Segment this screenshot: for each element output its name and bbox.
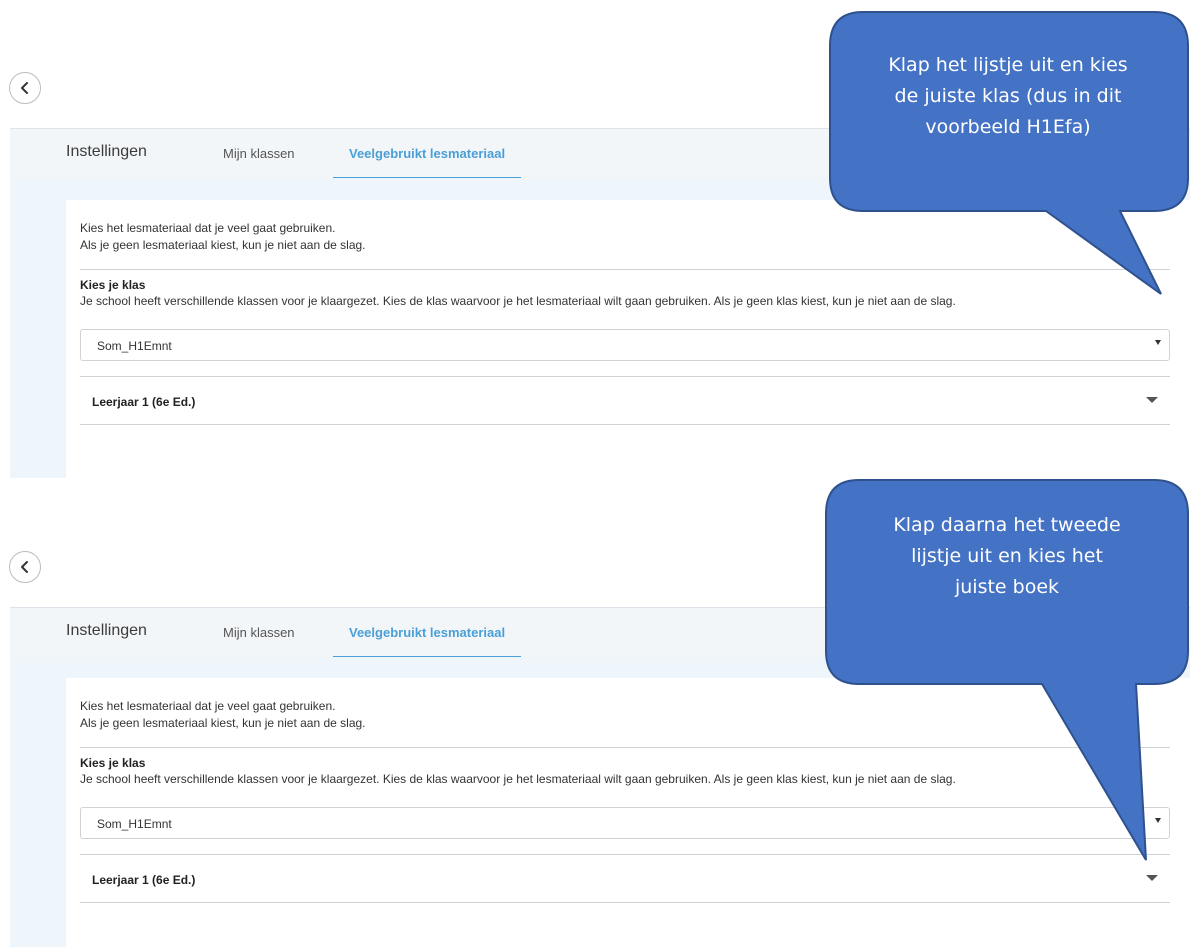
callout-line-1: Klap daarna het tweede	[893, 514, 1121, 536]
callout-text: Klap daarna het tweede lijstje uit en ki…	[834, 510, 1180, 603]
divider	[80, 902, 1170, 903]
class-select-value: Som_H1Emnt	[97, 339, 172, 353]
class-select-value: Som_H1Emnt	[97, 817, 172, 831]
back-button[interactable]	[9, 72, 41, 104]
tab-veelgebruikt-lesmateriaal[interactable]: Veelgebruikt lesmateriaal	[333, 146, 522, 179]
callout-text: Klap het lijstje uit en kies de juiste k…	[838, 50, 1178, 143]
instruction-callout-1: Klap het lijstje uit en kies de juiste k…	[828, 10, 1190, 300]
tab-mijn-klassen[interactable]: Mijn klassen	[223, 625, 295, 640]
screenshot-panel-1: Instellingen Mijn klassen Veelgebruikt l…	[0, 0, 1190, 478]
settings-title: Instellingen	[66, 143, 147, 160]
intro-line-2: Als je geen lesmateriaal kiest, kun je n…	[80, 238, 366, 252]
book-selector[interactable]: Leerjaar 1 (6e Ed.)	[80, 377, 1170, 425]
divider	[80, 424, 1170, 425]
tab-veelgebruikt-lesmateriaal[interactable]: Veelgebruikt lesmateriaal	[333, 625, 522, 658]
book-selector-label: Leerjaar 1 (6e Ed.)	[92, 395, 196, 409]
callout-line-2: de juiste klas (dus in dit	[894, 85, 1122, 107]
class-section-title: Kies je klas	[80, 278, 146, 292]
callout-line-3: juiste boek	[954, 576, 1060, 598]
instruction-callout-2: Klap daarna het tweede lijstje uit en ki…	[824, 478, 1190, 868]
class-section-title: Kies je klas	[80, 756, 146, 770]
callout-line-2: lijstje uit en kies het	[911, 545, 1103, 567]
back-button[interactable]	[9, 551, 41, 583]
caret-down-icon[interactable]	[1146, 397, 1158, 403]
callout-line-1: Klap het lijstje uit en kies	[888, 54, 1128, 76]
chevron-left-icon	[21, 561, 28, 573]
screenshot-panel-2: Instellingen Mijn klassen Veelgebruikt l…	[0, 478, 1190, 947]
class-section-description: Je school heeft verschillende klassen vo…	[80, 294, 956, 308]
intro-line-2: Als je geen lesmateriaal kiest, kun je n…	[80, 716, 366, 730]
class-select[interactable]: Som_H1Emnt	[80, 329, 1170, 361]
dropdown-arrow-icon	[1155, 340, 1161, 345]
tab-mijn-klassen[interactable]: Mijn klassen	[223, 146, 295, 161]
intro-line-1: Kies het lesmateriaal dat je veel gaat g…	[80, 221, 336, 235]
intro-line-1: Kies het lesmateriaal dat je veel gaat g…	[80, 699, 336, 713]
callout-line-3: voorbeeld H1Efa)	[925, 116, 1091, 138]
intro-text: Kies het lesmateriaal dat je veel gaat g…	[80, 220, 366, 254]
book-selector-label: Leerjaar 1 (6e Ed.)	[92, 873, 196, 887]
intro-text: Kies het lesmateriaal dat je veel gaat g…	[80, 698, 366, 732]
settings-title: Instellingen	[66, 622, 147, 639]
chevron-left-icon	[21, 82, 28, 94]
caret-down-icon[interactable]	[1146, 875, 1158, 881]
